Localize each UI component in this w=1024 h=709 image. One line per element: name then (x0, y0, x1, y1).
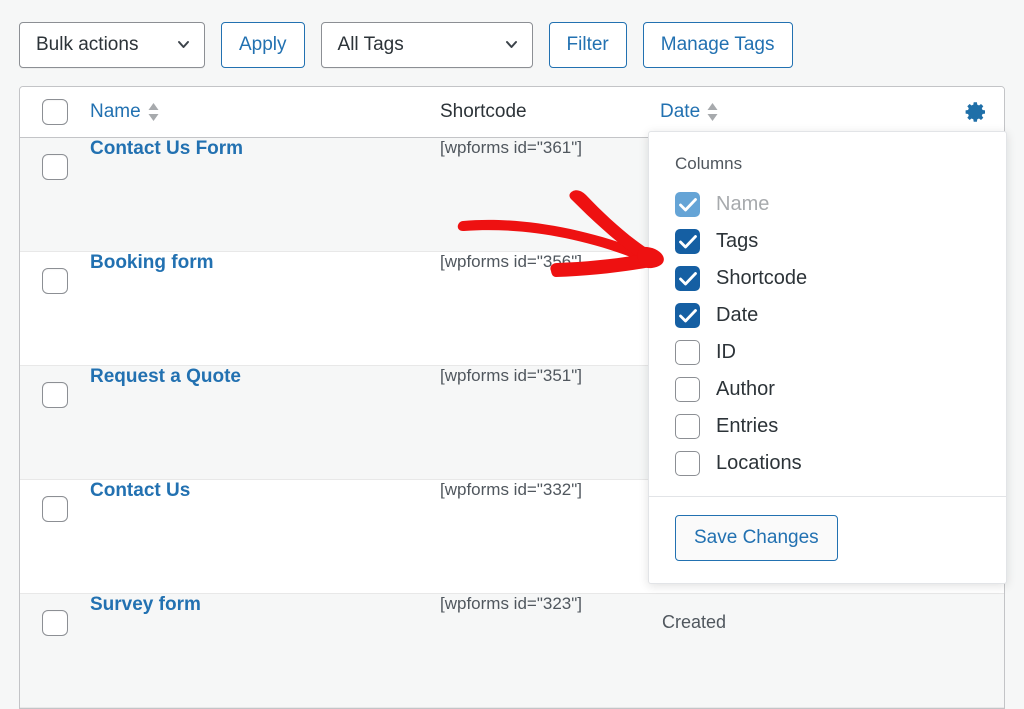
save-changes-button[interactable]: Save Changes (675, 515, 838, 561)
form-shortcode: [wpforms id="356"] (440, 231, 582, 271)
column-header-date-label: Date (660, 101, 700, 123)
row-checkbox[interactable] (42, 154, 68, 180)
column-header-shortcode-label: Shortcode (440, 101, 527, 122)
wpforms-forms-list-screen: Bulk actions Apply All Tags Filter Manag… (0, 0, 1024, 630)
column-option-label: Locations (716, 452, 802, 475)
chevron-down-icon (177, 38, 190, 51)
checkbox-checked-icon[interactable] (675, 303, 700, 328)
checkbox-unchecked-icon[interactable] (675, 377, 700, 402)
column-option-label: ID (716, 341, 736, 364)
form-shortcode: [wpforms id="323"] (440, 573, 582, 613)
column-option-entries[interactable]: Entries (649, 408, 1006, 445)
form-shortcode: [wpforms id="332"] (440, 459, 582, 499)
column-option-shortcode[interactable]: Shortcode (649, 260, 1006, 297)
apply-button[interactable]: Apply (221, 22, 305, 68)
column-option-label: Name (716, 193, 769, 216)
column-header-name[interactable]: Name (90, 101, 440, 123)
chevron-down-icon (505, 38, 518, 51)
checkbox-checked-icon[interactable] (675, 192, 700, 217)
bulk-actions-select[interactable]: Bulk actions (19, 22, 205, 68)
form-name-link[interactable]: Contact Us (90, 460, 190, 501)
form-name-link[interactable]: Request a Quote (90, 346, 241, 387)
checkbox-unchecked-icon[interactable] (675, 451, 700, 476)
bulk-actions-value: Bulk actions (36, 34, 138, 56)
row-checkbox[interactable] (42, 382, 68, 408)
column-option-author[interactable]: Author (649, 371, 1006, 408)
checkbox-checked-icon[interactable] (675, 229, 700, 254)
manage-tags-button[interactable]: Manage Tags (643, 22, 793, 68)
column-option-name[interactable]: Name (649, 186, 1006, 223)
row-select-cell (20, 252, 90, 294)
checkbox-checked-icon[interactable] (675, 266, 700, 291)
columns-panel-footer: Save Changes (649, 496, 1006, 583)
filter-button[interactable]: Filter (549, 22, 627, 68)
column-header-name-label: Name (90, 101, 141, 123)
columns-options-list: Columns Name Tags Shortcode (649, 132, 1006, 496)
row-checkbox[interactable] (42, 268, 68, 294)
row-checkbox[interactable] (42, 610, 68, 636)
column-option-label: Author (716, 378, 775, 401)
column-option-label: Tags (716, 230, 758, 253)
select-all-checkbox[interactable] (42, 99, 68, 125)
tags-filter-select[interactable]: All Tags (321, 22, 533, 68)
columns-dropdown-panel: Columns Name Tags Shortcode (648, 131, 1007, 584)
checkbox-unchecked-icon[interactable] (675, 414, 700, 439)
gear-icon[interactable] (964, 100, 988, 124)
sort-arrows-icon (707, 103, 718, 121)
column-option-date[interactable]: Date (649, 297, 1006, 334)
column-option-tags[interactable]: Tags (649, 223, 1006, 260)
row-select-cell (20, 480, 90, 522)
tags-filter-value: All Tags (338, 34, 404, 56)
table-row: Survey form [wpforms id="323"] (20, 594, 1004, 708)
column-header-shortcode: Shortcode (440, 101, 660, 123)
select-all-cell (20, 99, 90, 125)
column-option-label: Entries (716, 415, 778, 438)
row-select-cell (20, 366, 90, 408)
form-name-link[interactable]: Booking form (90, 232, 214, 273)
column-header-date[interactable]: Date (660, 101, 1004, 123)
column-option-locations[interactable]: Locations (649, 445, 1006, 482)
list-toolbar: Bulk actions Apply All Tags Filter Manag… (19, 22, 793, 68)
sort-arrows-icon (148, 103, 159, 121)
form-name-link[interactable]: Survey form (90, 574, 201, 615)
form-shortcode: [wpforms id="351"] (440, 345, 582, 385)
row-select-cell (20, 138, 90, 180)
column-option-label: Date (716, 304, 758, 327)
row-checkbox[interactable] (42, 496, 68, 522)
column-option-label: Shortcode (716, 267, 807, 290)
columns-panel-title: Columns (649, 154, 1006, 186)
checkbox-unchecked-icon[interactable] (675, 340, 700, 365)
column-option-id[interactable]: ID (649, 334, 1006, 371)
